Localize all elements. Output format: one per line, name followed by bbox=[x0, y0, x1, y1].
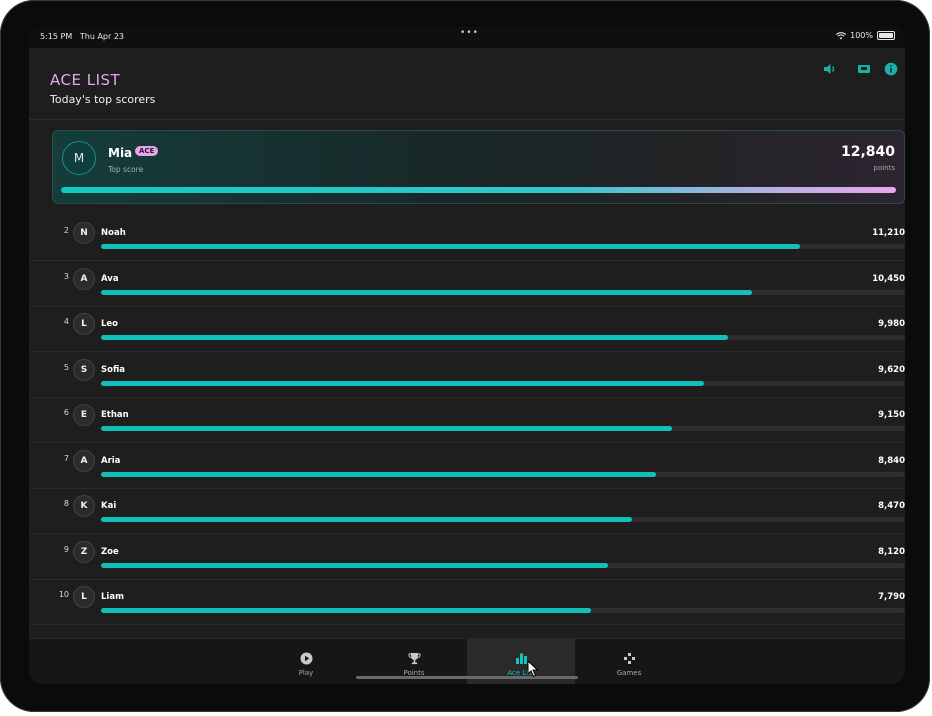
screen-icon[interactable] bbox=[857, 62, 871, 76]
player-score: 9,150 bbox=[878, 410, 905, 420]
leaderboard-row[interactable]: 8 K Kai 8,470 bbox=[29, 489, 905, 534]
tab-label: Games bbox=[616, 669, 642, 677]
avatar: A bbox=[73, 449, 95, 472]
mouse-pointer-icon bbox=[527, 660, 539, 678]
score-bar-fill bbox=[101, 562, 608, 568]
player-name: Ava bbox=[101, 273, 119, 284]
ace-badge: ACE bbox=[135, 146, 159, 156]
avatar: E bbox=[73, 404, 95, 426]
score-bar-fill bbox=[101, 380, 704, 386]
top-player-score: 12,840 bbox=[840, 144, 895, 160]
rank-number: 5 bbox=[63, 362, 69, 372]
score-bar-fill bbox=[101, 244, 801, 249]
info-icon[interactable] bbox=[884, 62, 898, 76]
rank-number: 6 bbox=[63, 408, 69, 417]
rank-number: 9 bbox=[63, 544, 69, 554]
player-name: Liam bbox=[101, 592, 124, 602]
page-subtitle: Today's top scorers bbox=[50, 93, 156, 106]
avatar: S bbox=[73, 358, 95, 381]
battery-percent: 100% bbox=[850, 31, 873, 40]
player-score: 7,790 bbox=[878, 592, 905, 602]
leaderboard-row[interactable]: 7 A Aria 8,840 bbox=[29, 444, 905, 489]
speaker-icon[interactable] bbox=[823, 62, 837, 76]
player-name: Leo bbox=[101, 319, 119, 329]
avatar: L bbox=[73, 586, 95, 608]
trophy-icon bbox=[406, 651, 422, 665]
top-player-subtitle: Top score bbox=[108, 165, 144, 174]
score-bar-fill bbox=[101, 426, 672, 431]
player-name: Noah bbox=[101, 228, 126, 238]
player-score: 8,840 bbox=[878, 455, 905, 466]
leaderboard-row[interactable]: 3 A Ava 10,450 bbox=[29, 262, 905, 307]
gamepad-icon bbox=[621, 651, 637, 665]
tab-games[interactable]: Games bbox=[575, 639, 683, 684]
leaderboard-row[interactable]: 2 N Noah 11,210 bbox=[29, 216, 905, 261]
avatar: M bbox=[62, 141, 96, 175]
avatar: N bbox=[73, 222, 95, 244]
status-indicators: 100% bbox=[836, 31, 895, 40]
leaderboard-row[interactable]: 6 E Ethan 9,150 bbox=[29, 398, 905, 443]
rank-number: 10 bbox=[58, 590, 69, 599]
score-bar-track bbox=[101, 244, 905, 249]
status-time: 5:15 PM Thu Apr 23 bbox=[40, 32, 125, 41]
play-icon bbox=[298, 651, 314, 665]
top-score-bar bbox=[61, 187, 896, 193]
avatar: Z bbox=[73, 540, 95, 563]
page-header: ACE LIST Today's top scorers bbox=[29, 48, 905, 120]
leaderboard-row[interactable]: 4 L Leo 9,980 bbox=[29, 307, 905, 352]
avatar: K bbox=[73, 495, 95, 517]
player-score: 8,470 bbox=[878, 501, 905, 511]
score-bar-track bbox=[101, 380, 905, 386]
top-scorer-card[interactable]: M Mia ACE Top score 12,840 points bbox=[52, 130, 905, 204]
points-unit: points bbox=[873, 164, 896, 172]
leaderboard-row[interactable]: 9 Z Zoe 8,120 bbox=[29, 535, 905, 580]
score-bar-track bbox=[101, 335, 905, 340]
player-name: Sofia bbox=[101, 364, 125, 375]
score-bar-track bbox=[101, 426, 905, 431]
score-bar-track bbox=[101, 562, 905, 568]
rank-number: 8 bbox=[63, 499, 69, 508]
top-player-name: Mia bbox=[108, 146, 133, 160]
score-bar-track bbox=[101, 608, 905, 613]
player-name: Aria bbox=[101, 455, 121, 466]
page-title: ACE LIST bbox=[50, 71, 121, 89]
tab-play[interactable]: Play bbox=[252, 639, 360, 684]
player-score: 11,210 bbox=[872, 228, 905, 238]
score-bar-track bbox=[101, 289, 905, 295]
player-name: Zoe bbox=[101, 546, 119, 557]
home-indicator[interactable] bbox=[356, 676, 578, 679]
rank-number: 4 bbox=[63, 317, 69, 326]
score-bar-fill bbox=[101, 335, 729, 340]
score-bar-track bbox=[101, 517, 905, 522]
score-bar-fill bbox=[101, 517, 632, 522]
app-screen: 5:15 PM Thu Apr 23 ••• 100% ACE LIST Tod… bbox=[29, 26, 905, 684]
rank-number: 3 bbox=[63, 271, 69, 281]
tablet-frame: 5:15 PM Thu Apr 23 ••• 100% ACE LIST Tod… bbox=[0, 0, 930, 712]
tab-label: Play bbox=[298, 669, 314, 677]
score-bar-fill bbox=[101, 471, 656, 477]
score-bar-fill bbox=[101, 289, 753, 295]
player-score: 8,120 bbox=[878, 546, 905, 557]
wifi-icon bbox=[836, 31, 847, 39]
leaderboard-row[interactable]: 5 S Sofia 9,620 bbox=[29, 353, 905, 398]
player-name: Ethan bbox=[101, 410, 129, 420]
score-bar-fill bbox=[101, 608, 592, 613]
avatar: A bbox=[73, 267, 95, 290]
player-score: 9,980 bbox=[878, 319, 905, 329]
rank-number: 2 bbox=[63, 226, 69, 235]
leaderboard-row[interactable]: 10 L Liam 7,790 bbox=[29, 580, 905, 625]
status-bar: 5:15 PM Thu Apr 23 ••• 100% bbox=[29, 26, 905, 48]
avatar: L bbox=[73, 313, 95, 335]
player-score: 10,450 bbox=[872, 273, 905, 284]
multitask-dots[interactable]: ••• bbox=[460, 28, 479, 38]
player-score: 9,620 bbox=[878, 364, 905, 375]
score-bar-track bbox=[101, 471, 905, 477]
battery-icon bbox=[877, 31, 895, 40]
rank-number: 7 bbox=[63, 453, 69, 463]
player-name: Kai bbox=[101, 501, 117, 511]
